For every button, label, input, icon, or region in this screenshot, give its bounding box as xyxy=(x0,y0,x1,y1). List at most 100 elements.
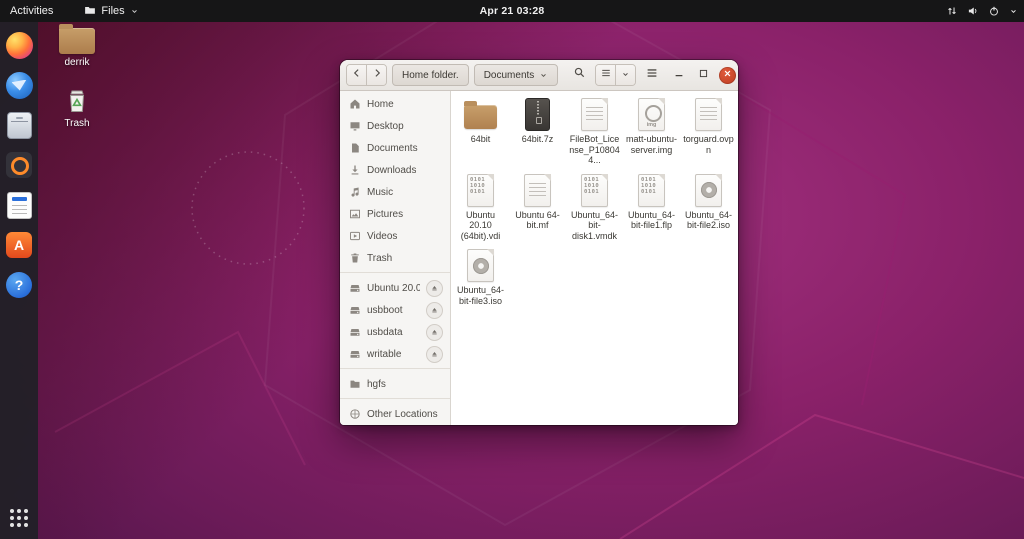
hamburger-icon xyxy=(645,66,659,85)
sidebar-item-usbboot[interactable]: usbboot xyxy=(340,299,450,321)
dock-item-files[interactable] xyxy=(5,111,33,139)
file-area[interactable]: 64bit 64bit.7z FileBot_License_P108044... i… xyxy=(451,91,738,425)
app-menu-label: Files xyxy=(101,5,125,17)
sidebar-item-label: Home xyxy=(367,98,394,110)
files-window: Home folder. Documents Home Desktop Docume… xyxy=(340,60,738,425)
dock-item-firefox[interactable] xyxy=(5,31,33,59)
help-icon: ? xyxy=(6,272,32,298)
forward-button[interactable] xyxy=(366,65,386,85)
sidebar-item-label: usbboot xyxy=(367,304,403,316)
firefox-icon xyxy=(5,31,33,59)
clock[interactable]: Apr 21 03:28 xyxy=(480,5,545,17)
minimize-button[interactable] xyxy=(671,67,687,83)
sidebar-item-downloads[interactable]: Downloads xyxy=(340,159,450,181)
volume-icon xyxy=(967,5,979,17)
sidebar-item-label: Ubuntu 20.0... xyxy=(367,282,420,294)
image-file-icon: img xyxy=(638,95,665,131)
activities-button[interactable]: Activities xyxy=(0,0,63,22)
file-name: Ubuntu_64-bit-disk1.vmdk xyxy=(570,209,619,241)
sidebar-item-videos[interactable]: Videos xyxy=(340,225,450,247)
chevron-down-icon xyxy=(1009,7,1018,16)
power-icon xyxy=(988,5,1000,17)
path-button-documents[interactable]: Documents xyxy=(473,64,559,86)
minimize-icon xyxy=(673,66,685,84)
grid-icon xyxy=(10,509,28,527)
desktop-icon-label: Trash xyxy=(64,118,90,129)
desktop-icon xyxy=(349,120,361,132)
text-file-icon xyxy=(581,95,608,131)
desktop-icon-derrik[interactable]: derrik xyxy=(44,24,110,68)
sidebar-item-other-locations[interactable]: Other Locations xyxy=(340,403,450,425)
home-icon xyxy=(349,98,361,110)
top-bar: Activities Files Apr 21 03:28 xyxy=(0,0,1024,22)
other-locations-icon xyxy=(349,408,361,420)
sidebar-item-ubuntu-20-0[interactable]: Ubuntu 20.0... xyxy=(340,277,450,299)
system-status-area[interactable] xyxy=(946,0,1018,22)
sidebar-item-label: Desktop xyxy=(367,120,404,132)
files-icon xyxy=(6,111,32,139)
close-button[interactable] xyxy=(719,66,737,84)
eject-button[interactable] xyxy=(426,323,443,341)
view-list-button[interactable] xyxy=(596,65,616,85)
view-options-button[interactable] xyxy=(615,65,636,85)
music-icon xyxy=(349,186,361,198)
file-name: Ubuntu 20.10 (64bit).vdi xyxy=(460,209,501,241)
file-item-ubuntu-64-bit-file1-flp[interactable]: 0101 1010 0101 Ubuntu_64-bit-file1.flp xyxy=(623,171,680,242)
file-item-torguard-ovpn[interactable]: torguard.ovpn xyxy=(680,95,737,166)
file-name: Ubuntu_64-bit-file1.flp xyxy=(627,209,676,231)
back-button[interactable] xyxy=(347,65,366,85)
sidebar-item-hgfs[interactable]: hgfs xyxy=(340,373,450,395)
dock-items: A? xyxy=(0,22,38,299)
binary-file-icon: 0101 1010 0101 xyxy=(638,171,665,207)
sidebar-item-home[interactable]: Home xyxy=(340,93,450,115)
chevron-left-icon xyxy=(351,66,363,84)
file-item-ubuntu-64-bit-file3-iso[interactable]: Ubuntu_64-bit-file3.iso xyxy=(452,246,509,306)
sidebar-item-desktop[interactable]: Desktop xyxy=(340,115,450,137)
maximize-button[interactable] xyxy=(695,67,711,83)
path-button-home[interactable]: Home folder. xyxy=(392,64,469,86)
sidebar-item-trash[interactable]: Trash xyxy=(340,247,450,269)
dock-item-thunderbird[interactable] xyxy=(5,71,33,99)
file-item-ubuntu-64-bit-file2-iso[interactable]: Ubuntu_64-bit-file2.iso xyxy=(680,171,737,242)
dock-item-rhythmbox[interactable] xyxy=(5,151,33,179)
window-controls xyxy=(671,66,737,84)
show-applications-button[interactable] xyxy=(5,504,33,532)
app-menu-button[interactable]: Files xyxy=(75,0,147,22)
file-item-matt-ubuntu-server-img[interactable]: img matt-ubuntu-server.img xyxy=(623,95,680,166)
file-name: 64bit.7z xyxy=(521,134,554,144)
dock-item-help[interactable]: ? xyxy=(5,271,33,299)
sidebar-item-usbdata[interactable]: usbdata xyxy=(340,321,450,343)
file-item-64bit-7z[interactable]: 64bit.7z xyxy=(509,95,566,166)
sidebar-item-documents[interactable]: Documents xyxy=(340,137,450,159)
sidebar-item-writable[interactable]: writable xyxy=(340,343,450,365)
path-button-home-label: Home folder. xyxy=(402,69,459,81)
sidebar-item-pictures[interactable]: Pictures xyxy=(340,203,450,225)
sidebar-item-label: usbdata xyxy=(367,326,403,338)
desktop-icon-trash[interactable]: Trash xyxy=(44,85,110,129)
file-name: FileBot_License_P108044... xyxy=(569,134,620,165)
rhythmbox-icon xyxy=(6,152,32,178)
chevron-down-icon xyxy=(539,71,548,80)
file-item-filebot-license-p108044[interactable]: FileBot_License_P108044... xyxy=(566,95,623,166)
menu-button[interactable] xyxy=(641,64,663,86)
file-item-64bit[interactable]: 64bit xyxy=(452,95,509,166)
sidebar-item-music[interactable]: Music xyxy=(340,181,450,203)
search-button[interactable] xyxy=(568,64,590,86)
file-item-ubuntu-64-bit-mf[interactable]: Ubuntu 64-bit.mf xyxy=(509,171,566,242)
sidebar-item-label: writable xyxy=(367,348,402,360)
eject-button[interactable] xyxy=(426,301,443,319)
eject-button[interactable] xyxy=(426,279,443,297)
file-item-ubuntu-64-bit-disk1-vmdk[interactable]: 0101 1010 0101 Ubuntu_64-bit-disk1.vmdk xyxy=(566,171,623,242)
dock-item-libreoffice-writer[interactable] xyxy=(5,191,33,219)
window-body: Home Desktop Documents Downloads Music Pictur… xyxy=(340,91,738,425)
sidebar-item-label: Music xyxy=(367,186,394,198)
iso-file-icon xyxy=(467,246,494,282)
dock-item-ubuntu-software[interactable]: A xyxy=(5,231,33,259)
trash-icon xyxy=(44,85,110,115)
download-icon xyxy=(349,164,361,176)
file-item-ubuntu-20-10-64bit-vdi[interactable]: 0101 1010 0101 Ubuntu 20.10 (64bit).vdi xyxy=(452,171,509,242)
eject-button[interactable] xyxy=(426,345,443,363)
document-icon xyxy=(349,142,361,154)
file-name: torguard.ovpn xyxy=(683,134,734,155)
search-icon xyxy=(573,66,586,84)
